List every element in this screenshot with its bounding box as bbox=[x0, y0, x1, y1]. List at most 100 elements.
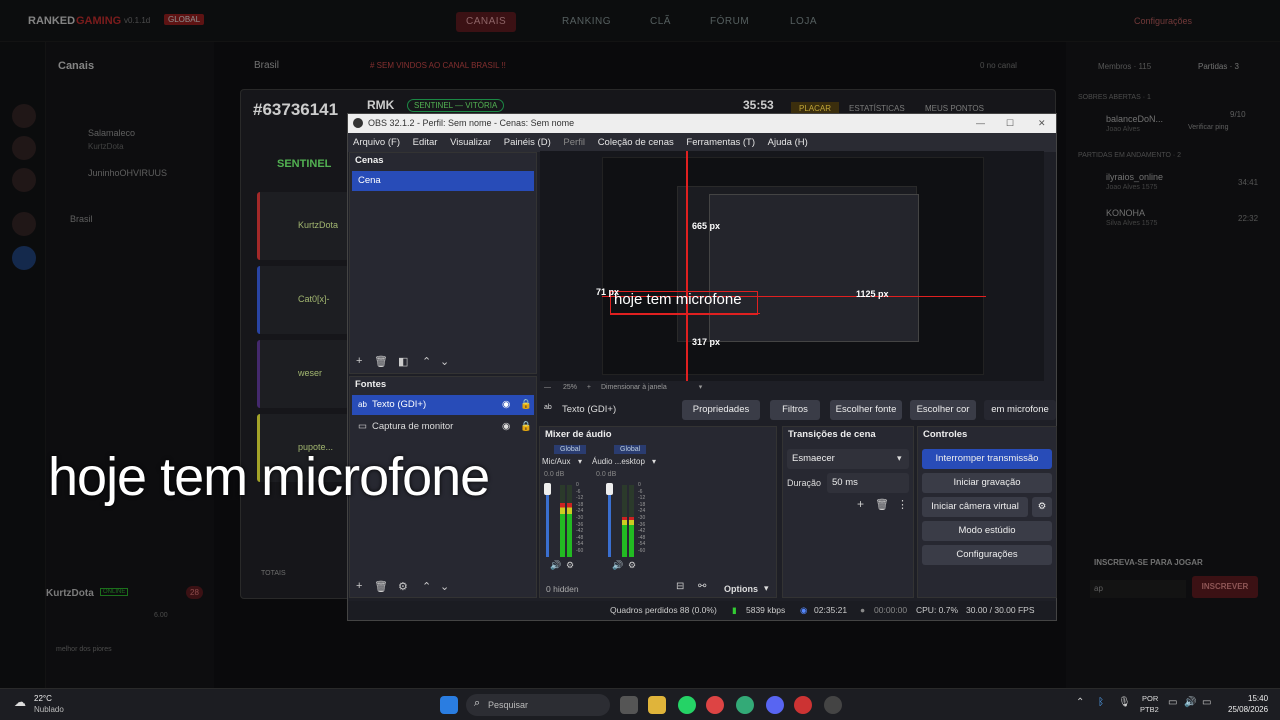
color-button[interactable]: Escolher cor bbox=[910, 400, 976, 420]
chevron-down-icon[interactable]: ▾ bbox=[764, 583, 769, 594]
zoom-out-icon[interactable]: — bbox=[544, 384, 551, 391]
eye-icon[interactable]: ◉ bbox=[502, 417, 510, 437]
clock-date[interactable]: 25/08/2026 bbox=[1228, 705, 1268, 714]
weather-desc[interactable]: Nublado bbox=[34, 705, 64, 714]
channel-user[interactable]: Salamaleco bbox=[88, 128, 135, 138]
chevron-down-icon[interactable]: ▾ bbox=[897, 453, 902, 464]
scene-item[interactable]: Cena bbox=[352, 171, 534, 191]
nav-forum[interactable]: FÓRUM bbox=[700, 12, 759, 32]
network-icon[interactable]: ▭ bbox=[1168, 697, 1177, 708]
gear-icon[interactable]: ⚙ bbox=[566, 560, 574, 571]
chrome-icon[interactable] bbox=[706, 696, 724, 714]
match-ping[interactable]: Verificar ping bbox=[1188, 124, 1228, 131]
down-icon[interactable]: ⌄ bbox=[440, 580, 449, 593]
menu-arquivo[interactable]: Arquivo (F) bbox=[353, 137, 400, 148]
match-name[interactable]: KONOHA bbox=[1106, 208, 1145, 218]
channel-user[interactable]: KurtzDota bbox=[88, 142, 124, 151]
layout-icon[interactable]: ⊟ bbox=[676, 581, 684, 592]
file-explorer-icon[interactable] bbox=[648, 696, 666, 714]
start-icon[interactable] bbox=[440, 696, 458, 714]
bluetooth-icon[interactable]: ᛒ bbox=[1098, 697, 1104, 708]
duration-field[interactable]: 50 ms bbox=[827, 473, 909, 493]
virtual-camera-button[interactable]: Iniciar câmera virtual bbox=[922, 497, 1028, 517]
channel-group[interactable]: Brasil bbox=[70, 214, 93, 224]
nav-cla[interactable]: CLÃ bbox=[640, 12, 681, 32]
nav-ranking[interactable]: RANKING bbox=[552, 12, 621, 32]
volume-fader[interactable] bbox=[608, 485, 611, 557]
more-icon[interactable]: ⋮ bbox=[897, 498, 908, 511]
chevron-down-icon[interactable]: ▾ bbox=[578, 457, 582, 466]
zoom-mode[interactable]: Dimensionar à janela bbox=[601, 384, 667, 391]
font-button[interactable]: Escolher fonte bbox=[830, 400, 902, 420]
studio-mode-button[interactable]: Modo estúdio bbox=[922, 521, 1052, 541]
gear-icon[interactable]: ⚙ bbox=[398, 580, 408, 593]
trash-icon[interactable]: 🗑 bbox=[875, 498, 889, 511]
rail-avatar[interactable] bbox=[12, 212, 36, 236]
speaker-icon[interactable]: 🔊 bbox=[550, 560, 561, 571]
start-recording-button[interactable]: Iniciar gravação bbox=[922, 473, 1052, 493]
matches-tab[interactable]: Partidas · 3 bbox=[1198, 62, 1239, 71]
menu-ajuda[interactable]: Ajuda (H) bbox=[768, 137, 808, 148]
preview-area[interactable]: hoje tem microfone 665 px 71 px 1125 px … bbox=[540, 151, 1044, 381]
source-item-monitor[interactable]: Captura de monitor ▭ ◉ 🔒 bbox=[352, 417, 534, 437]
tab-estatisticas[interactable]: ESTATÍSTICAS bbox=[849, 104, 905, 113]
add-icon[interactable]: + bbox=[857, 497, 864, 511]
whatsapp-icon[interactable] bbox=[678, 696, 696, 714]
chevron-up-icon[interactable]: ⌃ bbox=[1076, 697, 1084, 708]
add-icon[interactable]: + bbox=[356, 355, 362, 367]
gear-icon[interactable]: ⚙ bbox=[628, 560, 636, 571]
transition-select[interactable]: Esmaecer bbox=[787, 449, 909, 469]
match-name[interactable]: ilyraios_online bbox=[1106, 172, 1163, 182]
search-box[interactable]: ⌕ Pesquisar bbox=[466, 694, 610, 716]
properties-button[interactable]: Propriedades bbox=[682, 400, 760, 420]
filters-button[interactable]: Filtros bbox=[770, 400, 820, 420]
preview-canvas[interactable] bbox=[602, 157, 984, 375]
trash-icon[interactable]: 🗑 bbox=[374, 580, 388, 593]
rail-avatar[interactable] bbox=[12, 246, 36, 270]
gear-icon[interactable]: ⚙ bbox=[1032, 497, 1052, 517]
minimize-icon[interactable]: — bbox=[976, 114, 985, 133]
close-icon[interactable]: ✕ bbox=[1038, 114, 1046, 133]
task-view-icon[interactable] bbox=[620, 696, 638, 714]
battery-icon[interactable]: ▭ bbox=[1202, 697, 1211, 708]
menu-colecao[interactable]: Coleção de cenas bbox=[598, 137, 674, 148]
player-card[interactable]: Cat0[x]- bbox=[257, 266, 349, 334]
chevron-down-icon[interactable]: ▾ bbox=[652, 457, 656, 466]
lock-icon[interactable]: 🔒 bbox=[520, 417, 532, 437]
text-field[interactable]: em microfone bbox=[984, 400, 1056, 420]
add-icon[interactable]: + bbox=[356, 580, 362, 592]
source-item-text[interactable]: Texto (GDI+) ab ◉ 🔒 bbox=[352, 395, 534, 415]
zoom-level[interactable]: 25% bbox=[563, 384, 577, 391]
ranked-icon[interactable] bbox=[794, 696, 812, 714]
up-icon[interactable]: ⌃ bbox=[422, 580, 431, 593]
menu-paineis[interactable]: Painéis (D) bbox=[504, 137, 551, 148]
stop-stream-button[interactable]: Interromper transmissão bbox=[922, 449, 1052, 469]
match-name[interactable]: balanceDoN... bbox=[1106, 114, 1163, 124]
nav-canais[interactable]: CANAIS bbox=[456, 12, 517, 32]
trash-icon[interactable]: 🗑 bbox=[374, 355, 388, 368]
discord-icon[interactable] bbox=[766, 696, 784, 714]
player-card[interactable]: KurtzDota bbox=[257, 192, 349, 260]
fader-knob[interactable] bbox=[544, 483, 551, 495]
rail-avatar[interactable] bbox=[12, 168, 36, 192]
lang-2[interactable]: PTB2 bbox=[1140, 705, 1159, 714]
members-tab[interactable]: Membros · 115 bbox=[1098, 62, 1151, 71]
tab-meus-pontos[interactable]: MEUS PONTOS bbox=[925, 104, 984, 113]
weather-temp[interactable]: 22°C bbox=[34, 694, 52, 703]
chevron-down-icon[interactable]: ▾ bbox=[699, 384, 703, 391]
menu-perfil[interactable]: Perfil bbox=[563, 137, 585, 148]
weather-icon[interactable]: ☁ bbox=[14, 695, 26, 709]
menu-visualizar[interactable]: Visualizar bbox=[450, 137, 491, 148]
player-card[interactable]: weser bbox=[257, 340, 349, 408]
rail-avatar[interactable] bbox=[12, 104, 36, 128]
settings-link[interactable]: Configurações bbox=[1134, 16, 1192, 26]
lang-1[interactable]: POR bbox=[1142, 694, 1158, 703]
channel-user[interactable]: JuninhoOHVIRUUS bbox=[88, 168, 167, 178]
maximize-icon[interactable]: ☐ bbox=[1006, 114, 1014, 133]
volume-fader[interactable] bbox=[546, 485, 549, 557]
speaker-icon[interactable]: 🔊 bbox=[612, 560, 623, 571]
app-icon[interactable] bbox=[736, 696, 754, 714]
fader-knob[interactable] bbox=[606, 483, 613, 495]
rail-avatar[interactable] bbox=[12, 136, 36, 160]
clock-time[interactable]: 15:40 bbox=[1248, 694, 1268, 703]
